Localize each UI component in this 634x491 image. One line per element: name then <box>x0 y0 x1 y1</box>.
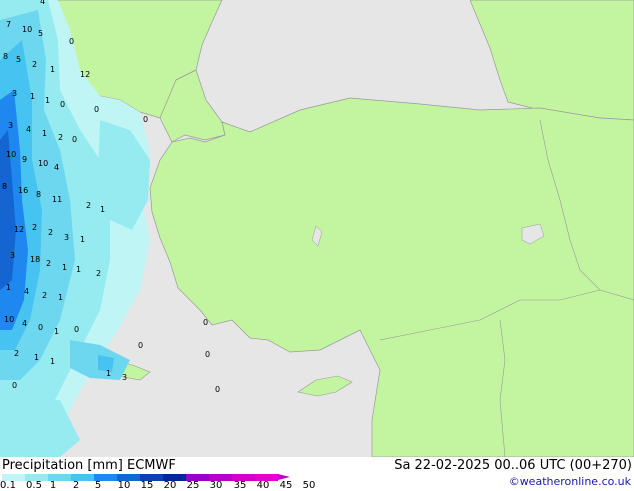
precipitation-value: 8 <box>2 182 7 191</box>
precipitation-value: 0 <box>38 323 43 332</box>
precipitation-value: 2 <box>42 291 47 300</box>
precipitation-value: 0 <box>60 100 65 109</box>
precipitation-value: 0 <box>94 105 99 114</box>
precipitation-value: 3 <box>64 233 69 242</box>
scale-tick-label: 10 <box>117 480 131 491</box>
precipitation-value: 2 <box>32 60 37 69</box>
precipitation-value: 4 <box>26 125 31 134</box>
precipitation-value: 2 <box>32 223 37 232</box>
precipitation-value: 1 <box>106 369 111 378</box>
scale-tick-label: 50 <box>302 480 316 491</box>
precipitation-value: 7 <box>6 20 11 29</box>
precipitation-value: 1 <box>50 65 55 74</box>
precipitation-value: 1 <box>62 263 67 272</box>
scale-tick-label: 40 <box>256 480 270 491</box>
legend-title: Precipitation [mm] ECMWF <box>2 458 176 473</box>
precipitation-value: 2 <box>48 228 53 237</box>
credit-link[interactable]: ©weatheronline.co.uk <box>509 475 631 488</box>
precipitation-value: 12 <box>14 225 24 234</box>
precipitation-value: 4 <box>22 319 27 328</box>
precipitation-value: 2 <box>58 133 63 142</box>
precipitation-value: 10 <box>4 315 14 324</box>
precipitation-value: 5 <box>38 29 43 38</box>
scale-tick-label: 5 <box>94 480 102 491</box>
precipitation-value: 1 <box>100 205 105 214</box>
precipitation-value: 1 <box>34 353 39 362</box>
precipitation-value: 18 <box>30 255 40 264</box>
precipitation-value: 1 <box>54 327 59 336</box>
precipitation-value: 1 <box>58 293 63 302</box>
precipitation-value: 0 <box>138 341 143 350</box>
precipitation-value: 1 <box>45 96 50 105</box>
precipitation-value: 0 <box>69 37 74 46</box>
precipitation-map: 4 7 10 5 0 8 5 2 1 12 3 1 1 0 3 4 1 2 0 10 9 10 4 8 16 8 11 2 1 12 2 2 3… <box>0 0 634 457</box>
precipitation-value: 16 <box>18 186 28 195</box>
precipitation-value: 3 <box>122 373 127 382</box>
precipitation-value: 1 <box>42 129 47 138</box>
scale-tick-label: 30 <box>209 480 223 491</box>
scale-tick-label: 25 <box>186 480 200 491</box>
precipitation-value: 1 <box>6 283 11 292</box>
precipitation-value: 8 <box>3 52 8 61</box>
precipitation-value: 11 <box>52 195 62 204</box>
scale-tick-label: 0.1 <box>0 480 16 491</box>
precipitation-value: 8 <box>36 190 41 199</box>
precipitation-value: 1 <box>76 265 81 274</box>
precipitation-value: 3 <box>12 89 17 98</box>
precipitation-value: 2 <box>14 349 19 358</box>
forecast-datetime: Sa 22-02-2025 00..06 UTC (00+270) <box>394 458 632 473</box>
precipitation-value: 1 <box>80 235 85 244</box>
scale-tick-label: 1 <box>49 480 57 491</box>
precipitation-value: 4 <box>40 0 45 6</box>
precipitation-value: 0 <box>205 350 210 359</box>
precipitation-value: 3 <box>8 121 13 130</box>
scale-tick-label: 0.5 <box>26 480 42 491</box>
scale-tick-label: 45 <box>279 480 293 491</box>
precipitation-value: 3 <box>10 251 15 260</box>
precipitation-value: 2 <box>46 259 51 268</box>
precipitation-value: 10 <box>6 150 16 159</box>
precipitation-value: 1 <box>50 357 55 366</box>
precipitation-value: 2 <box>86 201 91 210</box>
precipitation-value: 0 <box>215 385 220 394</box>
precipitation-value: 5 <box>16 55 21 64</box>
precipitation-value: 1 <box>30 92 35 101</box>
precipitation-value: 0 <box>74 325 79 334</box>
precipitation-value: 10 <box>22 25 32 34</box>
precipitation-value: 4 <box>54 163 59 172</box>
precipitation-value: 10 <box>38 159 48 168</box>
precipitation-value: 4 <box>24 287 29 296</box>
scale-tick-label: 20 <box>163 480 177 491</box>
scale-tick-label: 2 <box>72 480 80 491</box>
legend-bar: Precipitation [mm] ECMWF Sa 22-02-2025 0… <box>0 457 634 491</box>
precipitation-value: 0 <box>143 115 148 124</box>
precipitation-value: 12 <box>80 70 90 79</box>
map-canvas: 4710 508 521123 1 1 03 4 1 2 0109 10 48 16 8112 112 223… <box>0 0 634 457</box>
precipitation-value: 9 <box>22 155 27 164</box>
precipitation-value: 0 <box>72 135 77 144</box>
precipitation-value: 2 <box>96 269 101 278</box>
precipitation-value: 0 <box>203 318 208 327</box>
scale-tick-label: 15 <box>140 480 154 491</box>
precipitation-value: 0 <box>12 381 17 390</box>
scale-tick-label: 35 <box>233 480 247 491</box>
